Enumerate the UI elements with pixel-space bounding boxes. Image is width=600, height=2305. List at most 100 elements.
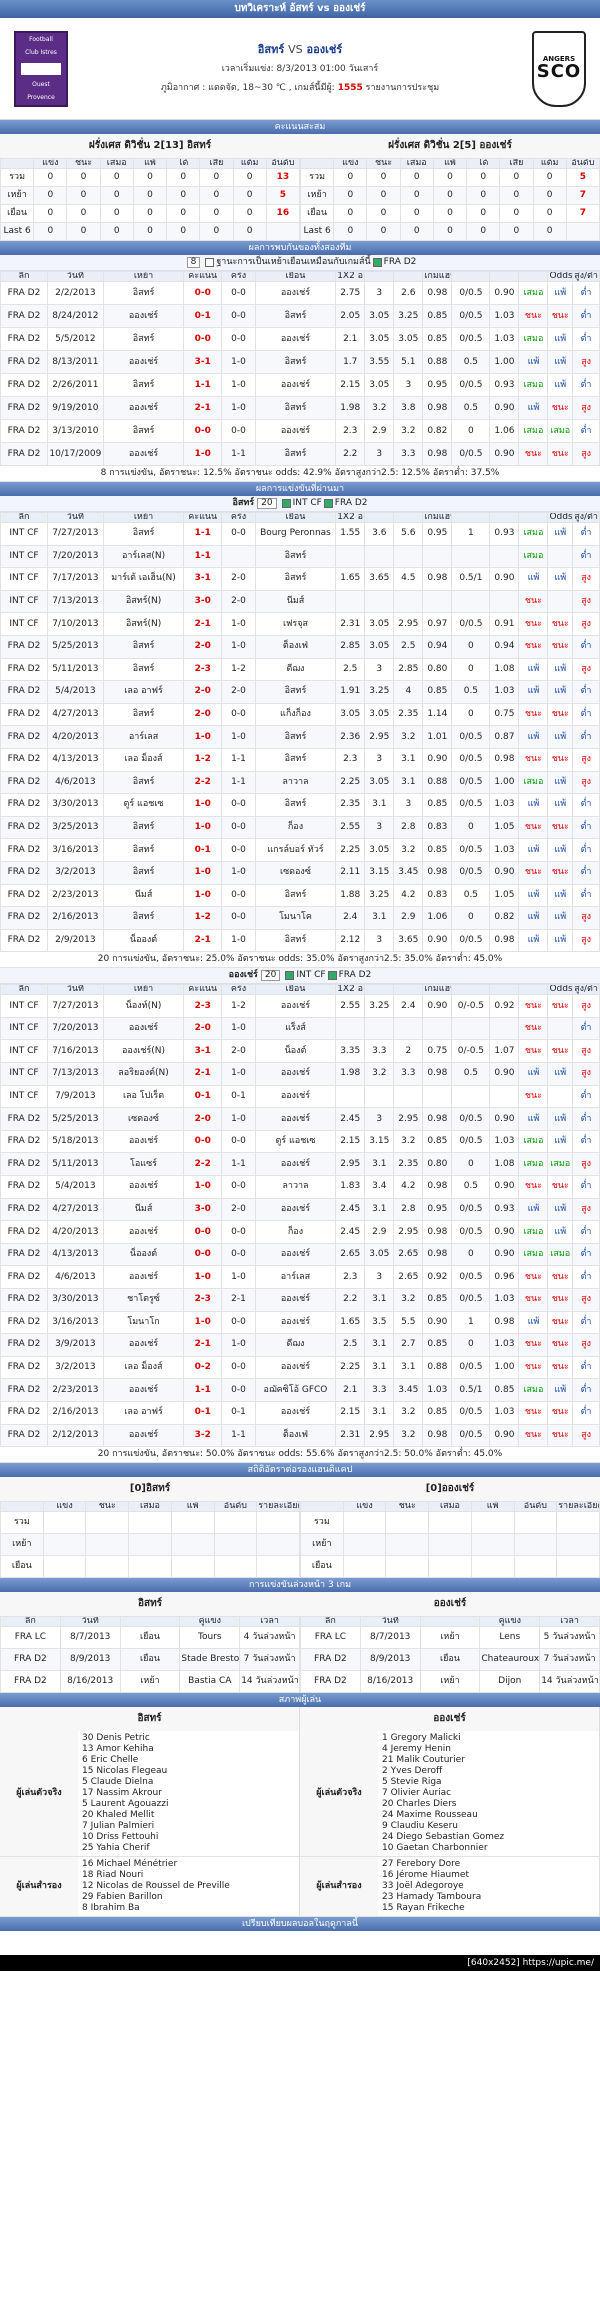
table-row[interactable]: FRA D2 2/23/2013 อองเช่ร์ 1-1 0-0 อฌัคซิโอ้ G… [0,1378,600,1402]
player-entry[interactable]: 18 Riad Nouri [82,1870,295,1881]
player-entry[interactable]: 13 Amor Kehiha [82,1744,295,1755]
table-row[interactable]: FRA D2 8/24/2012 อองเช่ร์ 0-1 0-0 อิสทร์ 2.05 3… [0,304,600,328]
table-row[interactable]: FRA D2 2/9/2013 น็อองต์ 2-1 1-0 อิสทร์ 2.12 3 3.… [0,928,600,953]
table-row[interactable]: FRA D2 3/25/2013 อิสทร์ 1-0 0-0 ก็อง 2.55 3 2.8 0… [0,815,600,840]
recent-home-intcf-checkbox[interactable] [281,499,291,508]
player-entry[interactable]: 16 Michael Ménétrier [82,1859,295,1870]
table-row[interactable]: FRA D2 4/6/2013 อิสทร์ 2-2 1-1 ลาวาล 2.25 3.05 3… [0,770,600,795]
table-row[interactable]: เยือน [0,1555,300,1579]
table-row[interactable]: FRA D2 8/9/2013 เยือน Chateauroux 7 วันล่วงห… [300,1648,600,1672]
table-row[interactable]: รวม [0,1511,300,1535]
table-row[interactable]: Last 60000000 [0,222,301,241]
h2h-same-venue-checkbox[interactable] [205,258,215,267]
player-entry[interactable]: 6 Eric Chelle [82,1755,295,1766]
table-row[interactable]: Last 60000000 [299,222,600,241]
table-row[interactable]: FRA D2 8/16/2013 เหย้า Dijon 14 วันล่วงหน้า [300,1670,600,1694]
player-entry[interactable]: 2 Yves Deroff [382,1766,595,1777]
table-row[interactable]: FRA D2 3/2/2013 เลอ ม็องส์ 0-2 0-0 อองเช่ร์ 2.… [0,1355,600,1380]
table-row[interactable]: FRA D2 2/16/2013 เลอ อาฟร์ 0-1 0-1 อองเช่ร์ 2.… [0,1400,600,1425]
table-row[interactable]: เยือน 0 0 0 0 0 0 0 7 [299,204,600,223]
table-row[interactable]: FRA D2 3/30/2013 ตูร์ แอชเซ 1-0 0-0 อิสทร์ 2.3… [0,793,600,817]
season-compare-link[interactable]: เปรียบเทียบผลบอลในฤดูกาลนี้ [242,1919,358,1929]
player-entry[interactable]: 29 Fabien Barillon [82,1892,295,1903]
table-row[interactable]: FRA D2 4/6/2013 อองเช่ร์ 1-0 1-0 อาร์เลส 2.3 3 2… [0,1265,600,1289]
table-row[interactable]: FRA D2 4/20/2013 อาร์เลส 1-0 1-0 อิสทร์ 2.36 2.… [0,725,600,749]
player-entry[interactable]: 33 Joël Adegoroye [382,1881,595,1892]
table-row[interactable]: FRA D2 5/11/2013 อิสทร์ 2-3 1-2 ดีฌง 2.5 3 2.85 0… [0,657,600,682]
table-row[interactable]: INT CF 7/9/2013 เลอ โปเร็ต 0-1 0-1 อองเช่ร์ ชน… [0,1084,600,1109]
player-entry[interactable]: 15 Nicolas Flegeau [82,1766,295,1777]
table-row[interactable]: INT CF 7/13/2013 อิสทร์(N) 3-0 2-0 นีมส์ ชนะ สู… [0,589,600,614]
player-entry[interactable]: 10 Gaetan Charbonnier [382,1843,595,1854]
table-row[interactable]: เหย้า 0 0 0 0 0 0 0 7 [299,186,600,205]
table-row[interactable]: FRA D2 5/11/2013 โอแซร์ 2-2 1-1 อองเช่ร์ 2.95 3… [0,1152,600,1177]
table-row[interactable]: FRA D2 4/27/2013 อิสทร์ 2-0 0-0 แก็งก็อง 3.05 3… [0,702,600,727]
player-entry[interactable]: 17 Nassim Akrour [82,1788,295,1799]
table-row[interactable]: FRA D2 3/30/2013 ชาโตรูซ์ 2-3 2-1 อองเช่ร์ 2.2… [0,1288,600,1312]
player-entry[interactable]: 30 Denis Petric [82,1733,295,1744]
table-row[interactable]: INT CF 7/17/2013 มาร์เต้ เอเฮ็น(N) 3-1 2-0 อิ… [0,567,600,591]
player-entry[interactable]: 25 Yahia Cherif [82,1843,295,1854]
table-row[interactable]: FRA D28/9/2013เยือนStade Brestois7 วันล่… [0,1648,300,1672]
table-row[interactable]: เยือน [300,1555,600,1579]
table-row[interactable]: INT CF 7/20/2013 อองเช่ร์ 2-0 1-0 แร็งส์ ชนะ ต่… [0,1016,600,1041]
table-row[interactable]: รวม 0 0 0 0 0 0 0 5 [299,168,600,187]
table-row[interactable]: FRA D2 3/16/2013 โมนาโก 1-0 0-0 อองเช่ร์ 1.65 3… [0,1310,600,1335]
table-row[interactable]: FRA D2 4/20/2013 อองเช่ร์ 0-0 0-0 ก็อง 2.45 2.9… [0,1220,600,1244]
season-compare-bar[interactable]: เปรียบเทียบผลบอลในฤดูกาลนี้ [0,1917,600,1932]
player-entry[interactable]: 16 Jérome Hiaumet [382,1870,595,1881]
table-row[interactable]: INT CF 7/13/2013 ลอริยองต์(N) 2-1 1-0 อองเช่ร… [0,1062,600,1086]
player-entry[interactable]: 20 Khaled Mellit [82,1810,295,1821]
table-row[interactable]: FRA D2 2/12/2013 อองเช่ร์ 3-2 1-1 ต็องเฟ่ 2.31… [0,1423,600,1448]
player-entry[interactable]: 20 Charles Diers [382,1799,595,1810]
player-entry[interactable]: 8 Ibrahim Ba [82,1903,295,1914]
table-row[interactable]: FRA D2 4/27/2013 นีมส์ 3-0 2-0 อองเช่ร์ 2.45 3.… [0,1197,600,1222]
recent-home-fra-checkbox[interactable] [323,499,333,508]
player-entry[interactable]: 27 Ferebory Dore [382,1859,595,1870]
table-row[interactable]: FRA D2 3/16/2013 อิสทร์ 0-1 0-0 แกรล์บอร์ ทัว… [0,838,600,862]
h2h-league-checkbox[interactable] [372,258,382,267]
player-entry[interactable]: 7 Olivier Auriac [382,1788,595,1799]
recent-away-count-select[interactable]: 20 [260,970,281,982]
table-row[interactable]: FRA D2 5/18/2013 อองเช่ร์ 0-0 0-0 ตูร์ แอชเซ 2… [0,1129,600,1154]
player-entry[interactable]: 24 Maxime Rousseau [382,1810,595,1821]
away-team-logo[interactable]: ANGERS SCO [532,30,586,107]
table-row[interactable]: FRA D2 3/13/2010 อิสทร์ 0-0 0-0 อองเช่ร์ 2.3 2.… [0,419,600,443]
table-row[interactable]: FRA D2 5/4/2013 อองเช่ร์ 1-0 0-0 ลาวาล 1.83 3.4… [0,1175,600,1199]
home-team-name[interactable]: อิสทร์ [258,43,284,56]
player-entry[interactable]: 24 Diego Sebastian Gomez [382,1832,595,1843]
table-row[interactable]: เหย้า 0 0 0 0 0 0 0 5 [0,186,301,205]
home-team-logo[interactable]: Football Club Istres Ouest Provence [14,30,68,107]
table-row[interactable]: FRA D2 3/2/2013 อิสทร์ 1-0 1-0 เซดองซ์ 2.11 3.1… [0,860,600,885]
table-row[interactable]: FRA D2 2/16/2013 อิสทร์ 1-2 0-0 โมนาโค 2.4 3.1 2… [0,906,600,930]
player-entry[interactable]: 4 Jeremy Henin [382,1744,595,1755]
player-entry[interactable]: 15 Rayan Frikeche [382,1903,595,1914]
recent-home-count-select[interactable]: 20 [257,498,277,509]
table-row[interactable]: เยือน 0 0 0 0 0 0 0 16 [0,204,301,223]
table-row[interactable]: INT CF 7/16/2013 อองเช่ร์(N) 3-1 2-0 น็องต์ 3.… [0,1039,600,1064]
table-row[interactable]: FRA LC 8/7/2013 เหย้า Lens 5 วันล่วงหน้า [300,1626,600,1650]
table-row[interactable]: FRA D2 2/26/2011 อิสทร์ 1-1 1-0 อองเช่ร์ 2.15 3… [0,373,600,397]
player-entry[interactable]: 21 Malik Couturier [382,1755,595,1766]
table-row[interactable]: FRA D2 5/4/2013 เลอ อาฟร์ 2-0 2-0 อิสทร์ 1.91 3… [0,680,600,704]
h2h-count-select[interactable]: 8 [186,257,201,268]
recent-away-intcf-checkbox[interactable] [285,971,295,981]
table-row[interactable]: FRA D2 4/13/2013 เลอ ม็องส์ 1-2 1-1 อิสทร์ 2.3… [0,747,600,772]
table-row[interactable]: FRA D2 5/25/2013 อิสทร์ 2-0 1-0 ต็องเฟ่ 2.85 3.… [0,634,600,659]
player-entry[interactable]: 1 Gregory Malicki [382,1733,595,1744]
table-row[interactable]: เหย้า [300,1533,600,1557]
player-entry[interactable]: 5 Claude Dielna [82,1777,295,1788]
player-entry[interactable]: 7 Julian Palmieri [82,1821,295,1832]
table-row[interactable]: FRA D2 5/25/2013 เซดองซ์ 2-0 1-0 อองเช่ร์ 2.45… [0,1107,600,1131]
table-row[interactable]: INT CF 7/27/2013 อิสทร์ 1-1 0-0 Bourg Peronna… [0,522,600,546]
player-entry[interactable]: 12 Nicolas de Roussel de Preville [82,1881,295,1892]
recent-away-fra-checkbox[interactable] [327,971,337,981]
table-row[interactable]: รวม 0 0 0 0 0 0 0 13 [0,168,301,187]
player-entry[interactable]: 5 Laurent Agouazzi [82,1799,295,1810]
table-row[interactable]: FRA D2 8/13/2011 อองเช่ร์ 3-1 1-0 อิสทร์ 1.7 3.… [0,350,600,374]
player-entry[interactable]: 10 Driss Fettouhi [82,1832,295,1843]
player-entry[interactable]: 23 Hamady Tamboura [382,1892,595,1903]
table-row[interactable]: INT CF 7/10/2013 อิสทร์(N) 2-1 1-0 เฟรจุส 2.31… [0,612,600,636]
table-row[interactable]: FRA D2 4/13/2013 น็อองต์ 0-0 0-0 อองเช่ร์ 2.65… [0,1242,600,1267]
table-row[interactable]: FRA D2 2/23/2013 นีมส์ 1-0 0-0 อิสทร์ 1.88 3.25… [0,883,600,908]
